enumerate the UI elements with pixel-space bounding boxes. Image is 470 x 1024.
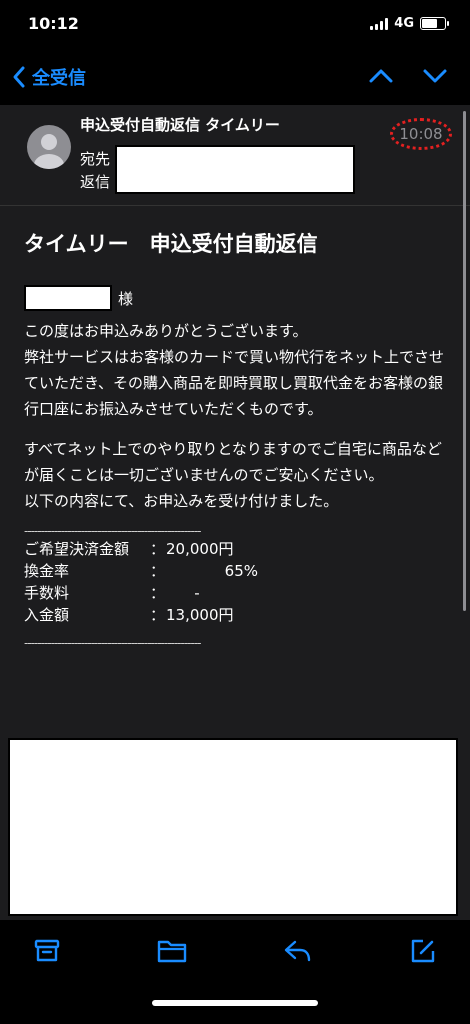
detail-value: 13,000円 [166,606,234,624]
archive-icon [34,939,60,962]
message-subject: タイムリー 申込受付自動返信 [24,232,318,256]
back-label: 全受信 [32,68,86,89]
detail-value: 65% [224,562,258,580]
scrollbar[interactable] [463,111,466,611]
signal-icon [370,17,389,30]
detail-separator: ： [150,606,166,624]
divider-top: ----------------------------------------… [24,524,202,538]
detail-value: - [194,584,200,602]
avatar [27,125,71,169]
message-view[interactable]: 申込受付自動返信 タイムリー 10:08 宛先 返信 タイムリー 申込受付自動返… [0,105,470,920]
nav-bar: 全受信 [0,50,470,105]
detail-label: 入金額 [24,606,70,624]
reply-icon [284,940,311,962]
detail-label: 手数料 [24,584,70,602]
move-to-folder-button[interactable] [157,938,187,968]
reply-button[interactable] [283,938,313,968]
chevron-up-icon [369,69,393,83]
detail-value: 20,000円 [166,540,234,558]
bottom-toolbar [0,920,470,1024]
to-label: 宛先 [80,150,111,168]
reply-to-label: 返信 [80,173,111,191]
sender-name[interactable]: 申込受付自動返信 タイムリー [80,114,280,135]
battery-icon [420,17,449,30]
network-label: 4G [394,16,414,31]
chevron-down-icon [423,69,447,83]
recipient-redaction [115,145,355,194]
compose-icon [411,939,435,963]
details-table: ご希望決済金額 ： 20,000円 換金率 ： 65% 手数料 ： - 入金額 … [24,538,446,626]
back-button[interactable]: 全受信 [12,64,86,90]
detail-row: 入金額 ： 13,000円 [24,604,446,626]
honorific: 様 [118,289,134,308]
status-indicators: 4G [370,16,449,31]
detail-row: 換金率 ： 65% [24,560,446,582]
detail-row: ご希望決済金額 ： 20,000円 [24,538,446,560]
archive-button[interactable] [34,938,60,968]
detail-label: 換金率 [24,562,70,580]
folder-icon [157,940,187,963]
message-navigation [368,66,448,90]
notice-paragraph: すべてネット上でのやり取りとなりますのでご自宅に商品などが届くことは一切ございま… [24,440,442,510]
message-header: 申込受付自動返信 タイムリー 10:08 宛先 返信 [0,105,470,206]
home-indicator[interactable] [152,1000,318,1006]
detail-separator: ： [150,584,166,602]
status-bar: 10:12 4G [0,0,470,50]
compose-button[interactable] [410,938,436,968]
detail-label: ご希望決済金額 [24,540,130,558]
next-message-button[interactable] [422,66,448,90]
salutation: 様 [24,284,446,312]
detail-separator: ： [150,540,166,558]
content-redaction [8,738,458,916]
detail-row: 手数料 ： - [24,582,446,604]
status-time: 10:12 [28,14,79,33]
message-body: タイムリー 申込受付自動返信 様 この度はお申込みありがとうございます。 弊社サ… [0,228,470,650]
divider-bottom: ----------------------------------------… [24,636,202,650]
detail-separator: ： [150,562,166,580]
name-redaction [24,285,112,311]
chevron-left-icon [13,66,25,88]
previous-message-button[interactable] [368,66,394,90]
message-time: 10:08 [390,118,452,150]
intro-paragraph: この度はお申込みありがとうございます。 弊社サービスはお客様のカードで買い物代行… [24,322,445,418]
